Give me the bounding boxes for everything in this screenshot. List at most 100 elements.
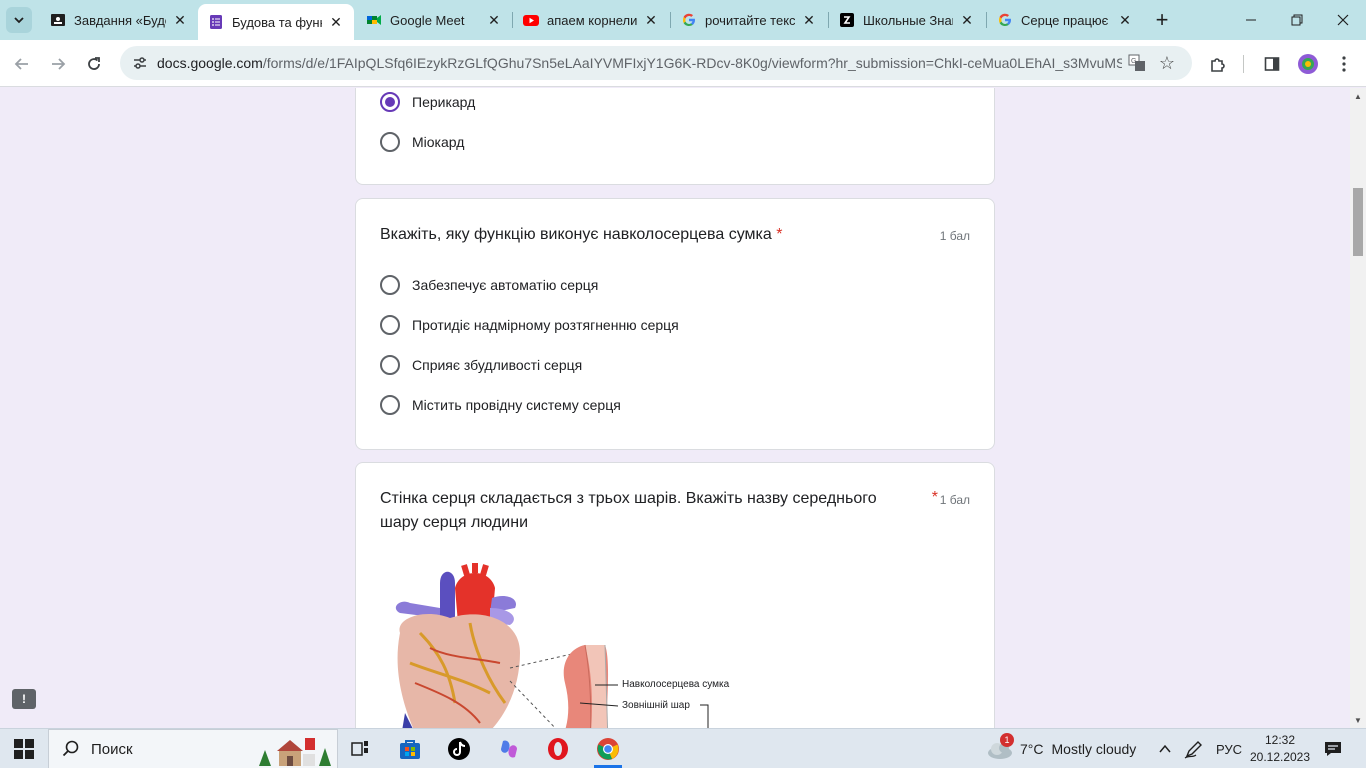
required-asterisk: *	[776, 226, 783, 243]
classroom-icon	[50, 12, 66, 28]
question-title: Стінка серця складається з трьох шарів. …	[380, 490, 877, 531]
menu-button[interactable]	[1330, 50, 1358, 78]
show-hidden-icons-button[interactable]	[1158, 729, 1172, 768]
radio-option[interactable]: Протидіє надмірному розтягненню серця	[380, 313, 679, 337]
radio-option[interactable]: Перикард	[380, 90, 475, 114]
minimize-button[interactable]	[1228, 6, 1274, 34]
address-bar[interactable]: docs.google.com/forms/d/e/1FAIpQLSfq6IEz…	[120, 46, 1192, 80]
radio-button[interactable]	[380, 132, 400, 152]
close-icon[interactable]: ✕	[643, 12, 659, 28]
tab-forms[interactable]: Будова та функ ✕	[198, 4, 354, 40]
clock[interactable]: 12:32 20.12.2023	[1248, 732, 1312, 766]
new-tab-button[interactable]: +	[1150, 7, 1174, 32]
radio-option[interactable]: Сприяє збудливості серця	[380, 353, 582, 377]
taskbar-app-copilot[interactable]	[493, 733, 525, 765]
page-viewport: Перикард Міокард Вкажіть, яку функцію ви…	[0, 88, 1350, 728]
url-text[interactable]: docs.google.com/forms/d/e/1FAIpQLSfq6IEz…	[157, 55, 1122, 71]
tab-znanija[interactable]: Школьные Знан ✕	[829, 4, 985, 36]
weather-text: Mostly cloudy	[1051, 741, 1137, 757]
page-scrollbar[interactable]: ▲ ▼	[1350, 88, 1366, 728]
task-view-button[interactable]	[344, 733, 376, 765]
close-icon	[1337, 14, 1349, 26]
image-label: Навколосерцева сумка	[622, 679, 730, 690]
radio-button-checked[interactable]	[380, 92, 400, 112]
close-icon[interactable]: ✕	[486, 12, 502, 28]
forward-button[interactable]	[44, 50, 72, 78]
scrollbar-thumb[interactable]	[1353, 188, 1363, 256]
tab-youtube[interactable]: апаем корнелиу ✕	[513, 4, 669, 36]
arrow-right-icon	[52, 58, 66, 70]
opera-icon	[548, 738, 568, 760]
windows-start-icon[interactable]	[14, 739, 34, 759]
extensions-button[interactable]	[1204, 50, 1232, 78]
feedback-icon[interactable]: !	[12, 689, 36, 709]
close-icon[interactable]: ✕	[328, 14, 344, 30]
kebab-menu-icon	[1342, 56, 1346, 72]
pen-tray-button[interactable]	[1184, 729, 1204, 768]
image-label: Зовнішній шар	[622, 700, 690, 711]
site-info-icon[interactable]	[128, 51, 152, 75]
bookmark-star-icon[interactable]: ☆	[1156, 52, 1178, 74]
side-panel-button[interactable]	[1258, 50, 1286, 78]
youtube-icon	[523, 12, 539, 28]
taskbar-app-store[interactable]	[394, 733, 426, 765]
close-icon[interactable]: ✕	[959, 12, 975, 28]
question-card-heart-wall: Стінка серця складається з трьох шарів. …	[355, 462, 995, 728]
reload-button[interactable]	[80, 50, 108, 78]
option-label: Сприяє збудливості серця	[412, 357, 583, 373]
radio-option[interactable]: Містить провідну систему серця	[380, 393, 621, 417]
close-icon[interactable]: ✕	[1117, 12, 1133, 28]
question-card-pericardium-function: Вкажіть, яку функцію виконує навколосерц…	[355, 198, 995, 450]
translate-icon[interactable]: G	[1126, 52, 1148, 74]
task-view-icon	[351, 741, 368, 756]
plus-icon: +	[1155, 7, 1169, 32]
taskbar-app-tiktok[interactable]	[443, 733, 475, 765]
pen-icon	[1184, 741, 1202, 759]
url-host: docs.google.com	[157, 55, 263, 71]
copilot-icon	[501, 740, 517, 758]
option-label: Забезпечує автоматію серця	[412, 277, 599, 293]
input-language-indicator[interactable]: РУС	[1216, 729, 1242, 768]
question-card-previous: Перикард Міокард	[355, 88, 995, 185]
close-icon[interactable]: ✕	[172, 12, 188, 28]
radio-option[interactable]: Забезпечує автоматію серця	[380, 273, 598, 297]
tab-classroom[interactable]: Завдання «Будо ✕	[40, 4, 198, 36]
clock-date: 20.12.2023	[1249, 750, 1311, 764]
tab-meet[interactable]: Google Meet ✕	[356, 4, 512, 36]
close-window-button[interactable]	[1320, 6, 1366, 34]
close-icon[interactable]: ✕	[801, 12, 817, 28]
taskbar-search-box[interactable]: Поиск	[48, 729, 338, 768]
points-label: 1 бал	[939, 229, 970, 243]
svg-text:G: G	[1131, 58, 1136, 65]
radio-button[interactable]	[380, 315, 400, 335]
puzzle-icon	[1211, 58, 1225, 72]
profile-avatar[interactable]	[1294, 50, 1322, 78]
back-button[interactable]	[8, 50, 36, 78]
tab-search-button[interactable]	[6, 7, 32, 33]
chevron-down-icon	[14, 17, 24, 24]
tab-google-search-2[interactable]: Серце працює ✕	[987, 4, 1143, 36]
required-asterisk: *	[931, 489, 938, 506]
radio-button[interactable]	[380, 395, 400, 415]
minimize-icon	[1246, 19, 1256, 21]
radio-option[interactable]: Міокард	[380, 130, 464, 154]
chevron-up-icon	[1159, 744, 1171, 753]
notifications-button[interactable]	[1322, 738, 1344, 760]
znanija-icon	[839, 12, 855, 28]
restore-button[interactable]	[1274, 6, 1320, 34]
search-placeholder: Поиск	[91, 740, 133, 758]
radio-button[interactable]	[380, 275, 400, 295]
taskbar-app-chrome[interactable]	[592, 733, 624, 768]
toolbar-divider	[1243, 55, 1244, 73]
heart-anatomy-image: Навколосерцева сумка Зовнішній шар	[380, 563, 760, 728]
weather-widget[interactable]: 1 7°C Mostly cloudy	[986, 729, 1136, 768]
taskbar-app-opera[interactable]	[542, 733, 574, 765]
radio-button[interactable]	[380, 355, 400, 375]
tab-google-search-1[interactable]: рочитайте текст ✕	[671, 4, 827, 36]
option-label: Протидіє надмірному розтягненню серця	[412, 317, 679, 333]
scroll-up-arrow-icon[interactable]: ▲	[1350, 88, 1366, 104]
question-title: Вкажіть, яку функцію виконує навколосерц…	[380, 226, 783, 243]
restore-icon	[1291, 14, 1303, 26]
scroll-down-arrow-icon[interactable]: ▼	[1350, 712, 1366, 728]
option-label: Міокард	[412, 134, 465, 150]
